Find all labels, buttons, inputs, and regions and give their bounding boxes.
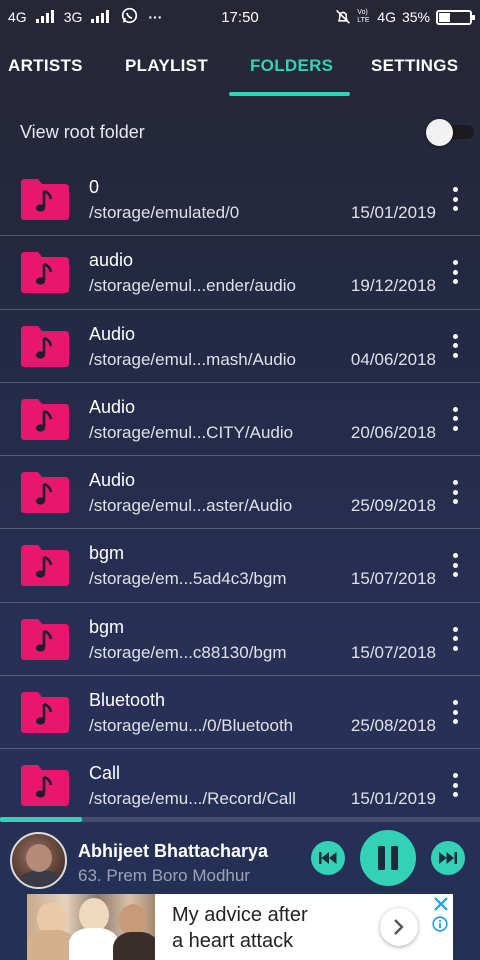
ad-text-line1: My advice after	[172, 904, 308, 926]
music-folder-icon	[20, 690, 70, 734]
folder-row[interactable]: Audio /storage/emul...aster/Audio 25/09/…	[0, 456, 480, 530]
folder-path: /storage/emul...aster/Audio	[89, 496, 293, 516]
folder-path: /storage/emulated/0	[89, 203, 240, 222]
folder-date: 04/06/2018	[350, 349, 436, 369]
ad-text-line2: a heart attack	[172, 930, 294, 952]
more-vert-icon[interactable]	[446, 551, 464, 579]
artist-name[interactable]: Abhijeet Bhattacharya	[78, 841, 268, 862]
folder-name: bgm	[89, 543, 125, 564]
music-folder-icon	[20, 763, 70, 807]
folder-name: Audio	[89, 323, 136, 344]
tab-bar: ARTISTS PLAYLIST FOLDERS SETTINGS	[0, 34, 480, 98]
tab-folders[interactable]: FOLDERS	[250, 56, 333, 76]
folder-path: /storage/em...c88130/bgm	[89, 642, 287, 662]
folder-date: 25/09/2018	[350, 496, 436, 516]
folder-name: Audio	[89, 396, 136, 417]
signal-icon	[35, 10, 54, 23]
folder-name: 0	[89, 177, 100, 197]
tab-indicator	[229, 92, 350, 96]
folder-row[interactable]: Audio /storage/emul...mash/Audio 04/06/2…	[0, 310, 480, 383]
chevron-right-icon[interactable]	[380, 908, 418, 946]
folder-row[interactable]: audio /storage/emul...ender/audio 19/12/…	[0, 236, 480, 310]
folder-path: /storage/emu.../Record/Call	[89, 789, 296, 809]
ad-headline[interactable]: My advice after a heart attack	[172, 902, 372, 954]
music-folder-icon	[20, 177, 70, 221]
status-left: 4G 3G ···	[8, 7, 162, 27]
folder-date: 15/01/2019	[350, 789, 436, 809]
album-art[interactable]	[10, 832, 67, 889]
root-folder-toggle[interactable]	[426, 119, 476, 146]
music-folder-icon	[20, 397, 70, 441]
status-bar: 4G 3G ··· 17:50 Vo) LTE 4G 35%	[0, 0, 480, 34]
volte-label: Vo) LTE	[357, 9, 370, 24]
folder-date: 15/07/2018	[350, 642, 436, 662]
mini-player: Abhijeet Bhattacharya 63. Prem Boro Modh…	[0, 822, 480, 894]
folder-path: /storage/emul...CITY/Audio	[89, 422, 294, 442]
root-folder-row: View root folder	[0, 98, 480, 166]
more-vert-icon[interactable]	[446, 332, 464, 360]
toggle-knob	[426, 119, 453, 146]
music-folder-icon	[20, 250, 70, 294]
more-vert-icon[interactable]	[446, 771, 464, 799]
more-vert-icon[interactable]	[446, 698, 464, 726]
music-folder-icon	[20, 617, 70, 661]
folder-name: audio	[89, 250, 134, 271]
overflow-dots: ···	[148, 9, 163, 25]
folder-name: Audio	[89, 470, 136, 491]
folder-date: 25/08/2018	[350, 716, 436, 736]
skip-previous-icon	[319, 852, 337, 864]
folder-path: /storage/em...5ad4c3/bgm	[89, 569, 287, 589]
network-label-2: 3G	[63, 9, 83, 25]
folder-path: /storage/emul...ender/audio	[89, 276, 296, 296]
more-vert-icon[interactable]	[446, 185, 464, 213]
music-folder-icon	[20, 543, 70, 587]
ad-close-icon[interactable]	[433, 896, 449, 912]
more-vert-icon[interactable]	[446, 405, 464, 433]
signal-icon	[91, 10, 110, 23]
root-folder-label: View root folder	[20, 122, 145, 142]
ad-info-icon[interactable]	[432, 916, 448, 932]
folder-date: 15/01/2019	[350, 203, 436, 222]
pause-button[interactable]	[360, 830, 416, 886]
whatsapp-icon	[121, 7, 138, 27]
folder-row[interactable]: bgm /storage/em...c88130/bgm 15/07/2018	[0, 603, 480, 677]
ad-image[interactable]	[27, 894, 155, 960]
folder-path: /storage/emu.../0/Bluetooth	[89, 716, 294, 736]
folder-row[interactable]: Call /storage/emu.../Record/Call 15/01/2…	[0, 749, 480, 822]
music-folder-icon	[20, 324, 70, 368]
folder-name: Call	[89, 763, 121, 784]
pause-icon	[378, 846, 398, 870]
tab-artists[interactable]: ARTISTS	[8, 56, 83, 76]
tab-settings[interactable]: SETTINGS	[371, 56, 458, 76]
track-title[interactable]: 63. Prem Boro Modhur	[78, 866, 250, 886]
folder-row[interactable]: Audio /storage/emul...CITY/Audio 20/06/2…	[0, 383, 480, 457]
folder-list: 0 /storage/emulated/0 15/01/2019 audio /…	[0, 163, 480, 823]
ad-banner[interactable]: My advice after a heart attack	[27, 894, 453, 960]
next-button[interactable]	[431, 841, 465, 875]
more-vert-icon[interactable]	[446, 258, 464, 286]
music-folder-icon	[20, 470, 70, 514]
folder-row[interactable]: 0 /storage/emulated/0 15/01/2019	[0, 163, 480, 237]
skip-next-icon	[439, 852, 457, 864]
more-vert-icon[interactable]	[446, 625, 464, 653]
folder-date: 19/12/2018	[350, 276, 436, 296]
folder-path: /storage/emul...mash/Audio	[89, 349, 296, 369]
status-right: Vo) LTE 4G 35%	[335, 0, 475, 34]
battery-percent: 35%	[401, 9, 430, 25]
alarm-off-icon	[335, 8, 351, 27]
network-label-1: 4G	[8, 9, 27, 25]
folder-date: 15/07/2018	[350, 569, 436, 589]
more-vert-icon[interactable]	[446, 478, 464, 506]
previous-button[interactable]	[311, 841, 345, 875]
folder-name: bgm	[89, 616, 125, 637]
folder-row[interactable]: bgm /storage/em...5ad4c3/bgm 15/07/2018	[0, 529, 480, 603]
network-label-3: 4G	[377, 9, 396, 25]
folder-name: Bluetooth	[89, 690, 166, 711]
folder-date: 20/06/2018	[350, 422, 436, 442]
battery-icon	[436, 9, 475, 25]
folder-row[interactable]: Bluetooth /storage/emu.../0/Bluetooth 25…	[0, 676, 480, 750]
tab-playlist[interactable]: PLAYLIST	[125, 56, 208, 76]
